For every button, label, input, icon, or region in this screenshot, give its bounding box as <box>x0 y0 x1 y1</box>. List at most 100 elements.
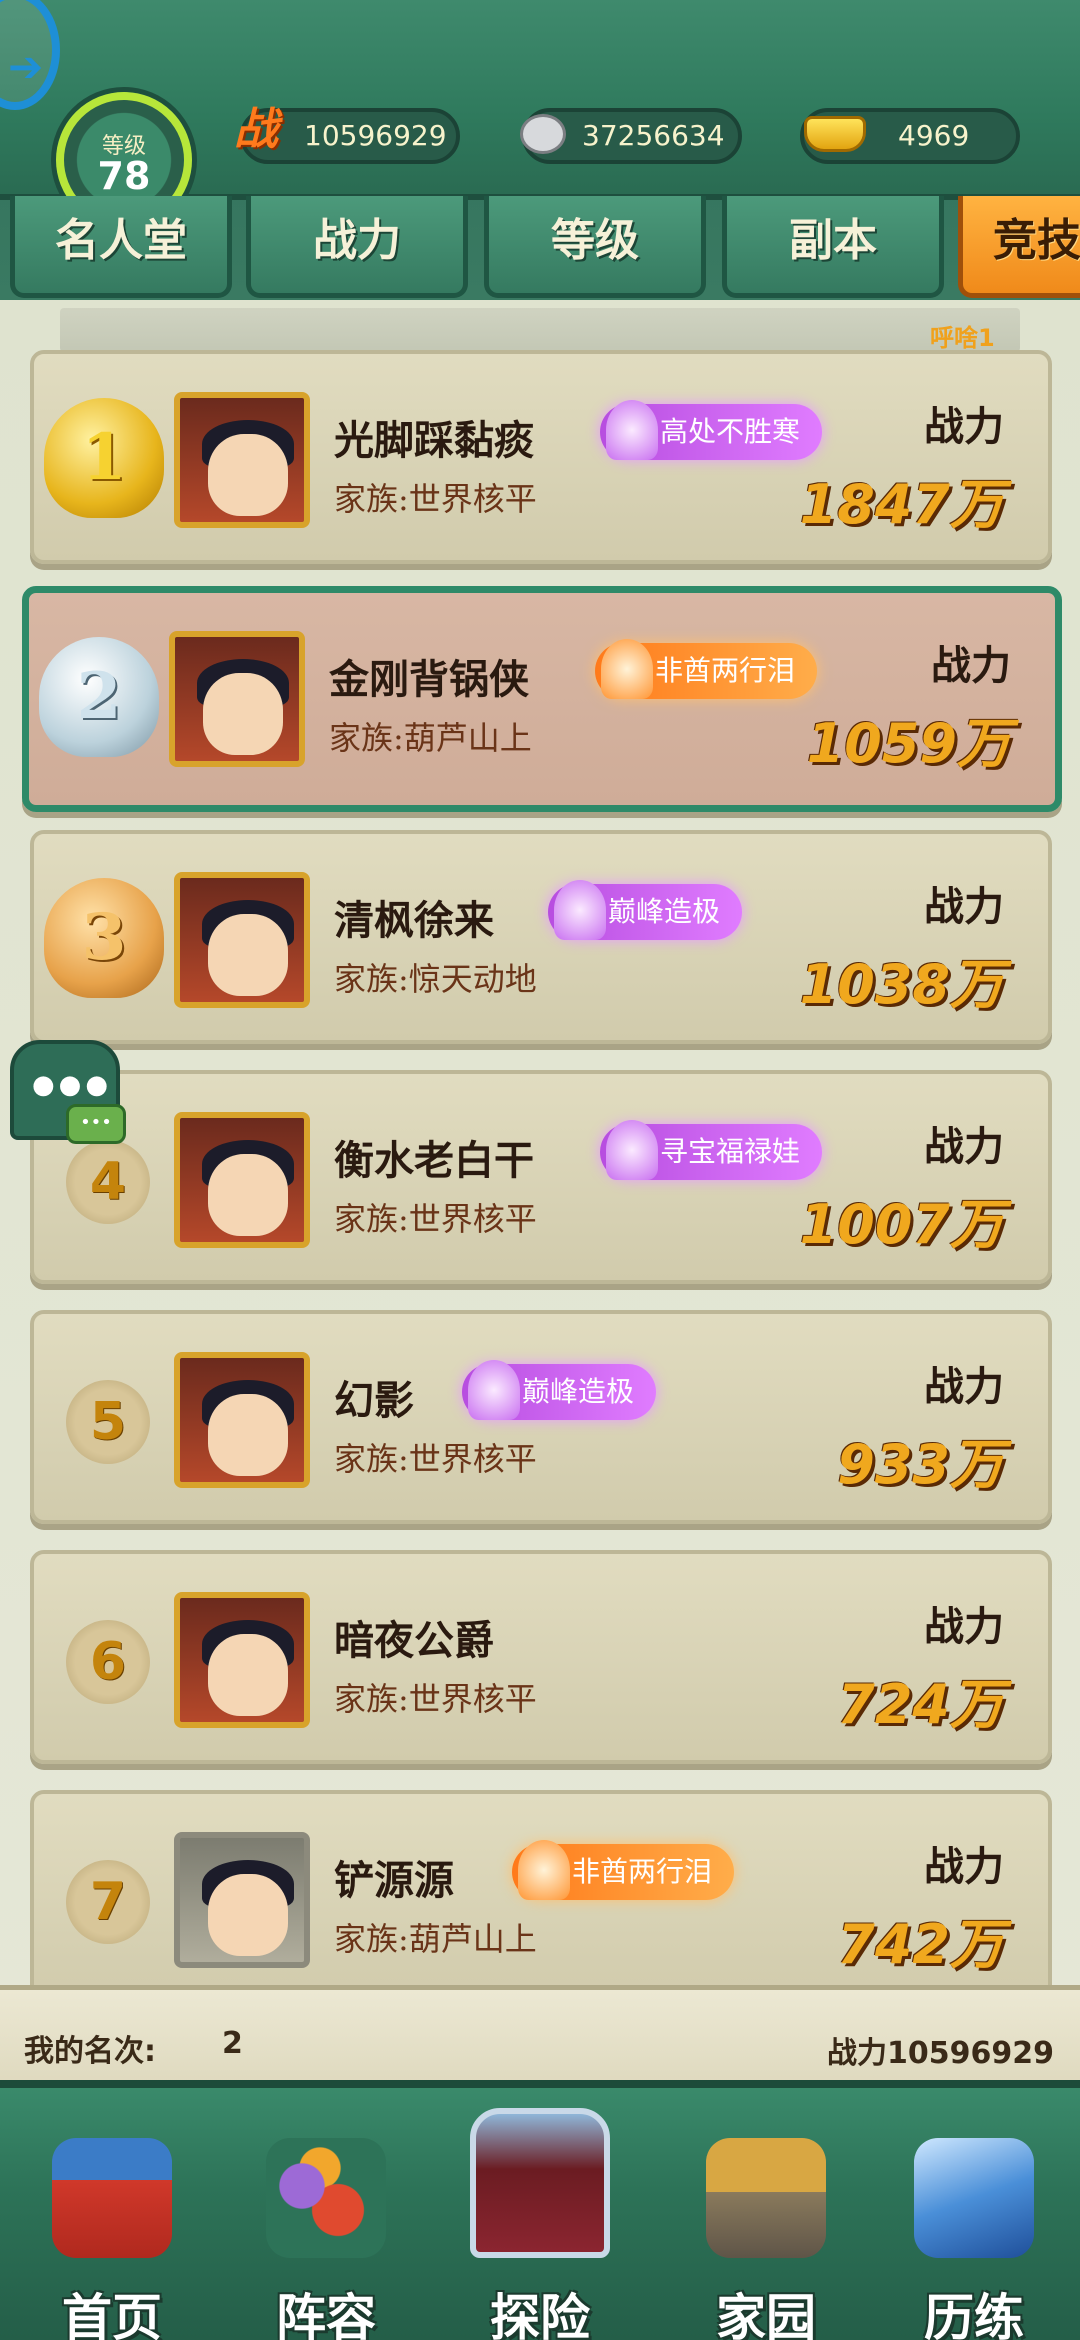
title-emblem-icon <box>601 639 653 699</box>
avatar[interactable] <box>174 872 310 1008</box>
avatar[interactable] <box>174 1112 310 1248</box>
family-name: 家族:世界核平 <box>334 1440 537 1478</box>
rank-number: 7 <box>66 1860 150 1944</box>
ranking-card[interactable]: 3 清枫徐来 巅峰造极 家族:惊天动地 战力 1038万 <box>30 830 1052 1044</box>
silver-coin-icon <box>520 114 566 154</box>
player-name: 光脚踩黏痰 <box>334 417 534 464</box>
power-icon: 战 <box>234 104 278 155</box>
bronze-gourd-medal-icon: 3 <box>44 878 164 998</box>
tab-power[interactable]: 战力 <box>246 196 468 298</box>
ranking-card[interactable]: 7 铲源源 非酋两行泪 家族:葫芦山上 战力 742万 <box>30 1790 1052 1985</box>
ranking-card[interactable]: 1 光脚踩黏痰 高处不胜寒 家族:世界核平 战力 1847万 <box>30 350 1052 564</box>
gourd-icon <box>266 2138 386 2258</box>
title-badge: 巅峰造极 <box>462 1360 657 1420</box>
ranking-card[interactable]: 5 幻影 巅峰造极 家族:世界核平 战力 933万 <box>30 1310 1052 1524</box>
title-emblem-icon <box>554 880 606 940</box>
nav-homeland[interactable]: 家园 <box>676 2138 856 2340</box>
leaderboard-screen: ➔ 等级 78 战 10596929 37256634 4969 名人堂 战力 … <box>0 0 1080 2340</box>
ranking-card-self[interactable]: 2 金刚背锅侠 非酋两行泪 家族:葫芦山上 战力 1059万 <box>22 586 1062 812</box>
nav-label: 首页 <box>62 2288 162 2340</box>
power-value: 10596929 <box>304 119 447 152</box>
avatar[interactable] <box>174 1832 310 1968</box>
nav-home[interactable]: 首页 <box>22 2138 202 2340</box>
power-label: 战力 <box>931 642 1011 689</box>
gate-icon <box>470 2108 610 2258</box>
back-button[interactable]: ➔ <box>0 0 60 110</box>
nav-lineup[interactable]: 阵容 <box>236 2138 416 2340</box>
avatar[interactable] <box>174 1592 310 1728</box>
avatar[interactable] <box>169 631 305 767</box>
rank-number: 4 <box>66 1140 150 1224</box>
title-text: 高处不胜寒 <box>660 415 801 448</box>
ranking-card[interactable]: 6 暗夜公爵 家族:世界核平 战力 724万 <box>30 1550 1052 1764</box>
chat-bubble-icon: ••• <box>66 1104 126 1144</box>
player-name: 幻影 <box>334 1377 414 1424</box>
player-name: 金刚背锅侠 <box>329 656 529 703</box>
ranking-card[interactable]: 4 衡水老白干 寻宝福禄娃 家族:世界核平 战力 1007万 <box>30 1070 1052 1284</box>
title-emblem-icon <box>518 1840 570 1900</box>
title-emblem-icon <box>468 1360 520 1420</box>
nav-training[interactable]: 历练 <box>884 2138 1064 2340</box>
gold-resource[interactable]: 4969 <box>800 108 1020 164</box>
title-emblem-icon <box>606 1120 658 1180</box>
nav-label: 探险 <box>490 2288 590 2340</box>
my-rank-label: 我的名次: <box>24 2034 156 2069</box>
power-label: 战力 <box>924 883 1004 930</box>
power-value: 742万 <box>837 1913 1004 1976</box>
tab-dungeon[interactable]: 副本 <box>722 196 944 298</box>
power-label: 战力 <box>924 1363 1004 1410</box>
family-name: 家族:世界核平 <box>334 1680 537 1718</box>
house-icon <box>706 2138 826 2258</box>
player-name: 铲源源 <box>334 1857 454 1904</box>
level-value: 78 <box>97 154 151 198</box>
family-name: 家族:葫芦山上 <box>329 719 532 757</box>
player-name: 清枫徐来 <box>334 897 494 944</box>
title-badge: 寻宝福禄娃 <box>600 1120 823 1180</box>
gold-value: 4969 <box>898 119 970 152</box>
ticker-text: 呼啥1 <box>930 324 995 352</box>
rank-number: 5 <box>66 1380 150 1464</box>
tab-hall-of-fame[interactable]: 名人堂 <box>10 196 232 298</box>
power-value: 933万 <box>837 1433 1004 1496</box>
nav-label: 阵容 <box>276 2288 376 2340</box>
player-name: 暗夜公爵 <box>334 1617 494 1664</box>
rank-number: 6 <box>66 1620 150 1704</box>
avatar[interactable] <box>174 1352 310 1488</box>
title-badge: 巅峰造极 <box>548 880 743 940</box>
silver-resource[interactable]: 37256634 <box>520 108 742 164</box>
power-resource: 战 10596929 <box>234 106 460 164</box>
sword-mountain-icon <box>914 2138 1034 2258</box>
silver-value: 37256634 <box>582 119 725 152</box>
nav-label: 家园 <box>716 2288 816 2340</box>
title-badge: 非酋两行泪 <box>512 1840 735 1900</box>
tab-underline-strip <box>60 308 1020 352</box>
chat-button[interactable]: ●●● ••• <box>10 1040 126 1144</box>
tab-level[interactable]: 等级 <box>484 196 706 298</box>
family-name: 家族:惊天动地 <box>334 960 537 998</box>
nav-label: 历练 <box>924 2288 1024 2340</box>
back-arrow-icon: ➔ <box>8 42 44 91</box>
silver-gourd-medal-icon: 2 <box>39 637 159 757</box>
ranking-tabs: 名人堂 战力 等级 副本 竞技 <box>0 196 1080 306</box>
family-name: 家族:葫芦山上 <box>334 1920 537 1958</box>
my-rank-value: 2 <box>222 2026 243 2061</box>
title-text: 非酋两行泪 <box>572 1855 713 1888</box>
power-label: 战力 <box>924 1123 1004 1170</box>
power-label: 战力 <box>924 1603 1004 1650</box>
bottom-nav: 首页 阵容 探险 家园 历练 <box>0 2080 1080 2340</box>
power-value: 724万 <box>837 1673 1004 1736</box>
ranking-list[interactable]: 1 光脚踩黏痰 高处不胜寒 家族:世界核平 战力 1847万 2 金刚背锅侠 非… <box>0 350 1080 1985</box>
title-badge: 高处不胜寒 <box>600 400 823 460</box>
avatar[interactable] <box>174 392 310 528</box>
nav-explore[interactable]: 探险 <box>450 2108 630 2340</box>
tab-arena[interactable]: 竞技 <box>958 196 1080 298</box>
title-text: 非酋两行泪 <box>655 654 796 687</box>
top-bar: ➔ 等级 78 战 10596929 37256634 4969 <box>0 0 1080 228</box>
title-text: 寻宝福禄娃 <box>660 1135 801 1168</box>
title-text: 巅峰造极 <box>522 1375 635 1408</box>
palace-icon <box>52 2138 172 2258</box>
title-text: 巅峰造极 <box>608 895 721 928</box>
power-value: 1007万 <box>799 1193 1004 1256</box>
power-label: 战力 <box>924 403 1004 450</box>
title-emblem-icon <box>606 400 658 460</box>
